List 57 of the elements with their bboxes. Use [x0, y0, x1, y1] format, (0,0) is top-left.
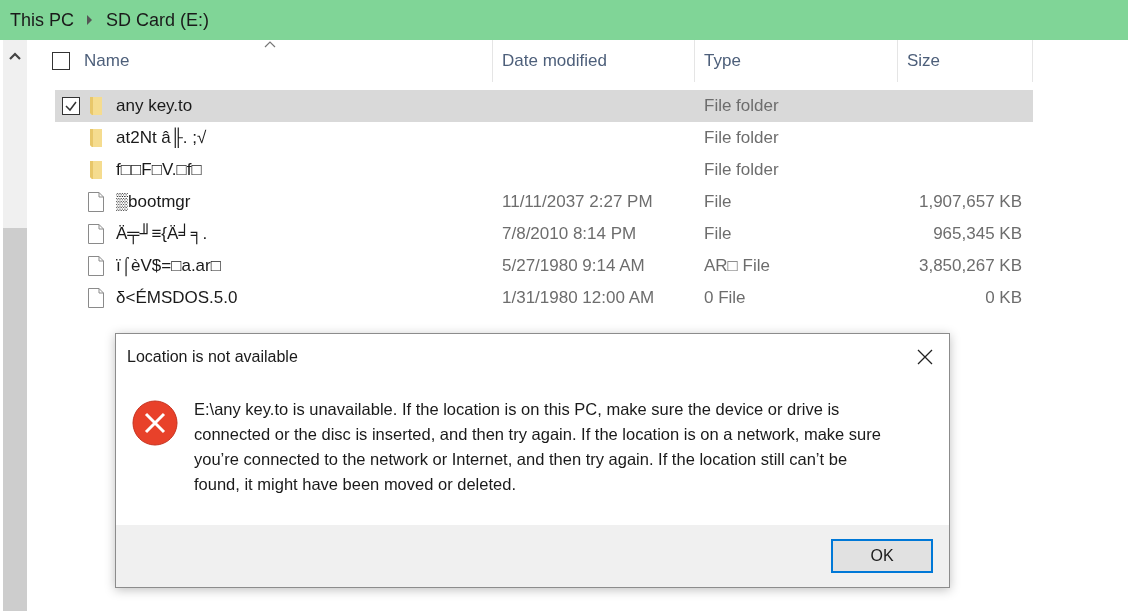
row-checkbox[interactable] — [62, 97, 80, 115]
file-row[interactable]: any key.to File folder — [55, 90, 1033, 122]
date-modified: 5/27/1980 9:14 AM — [502, 256, 645, 275]
column-label: Size — [907, 51, 941, 71]
file-icon — [88, 256, 104, 276]
file-name: δ<ÉMSDOS.5.0 — [116, 288, 238, 308]
file-name: at2Nt â╟. ;√ — [116, 128, 207, 148]
file-name: Ä╤╜≡{Ä╛╕. — [116, 224, 208, 244]
breadcrumb-item[interactable]: SD Card (E:) — [106, 9, 210, 31]
folder-icon — [88, 128, 104, 148]
column-label: Type — [704, 51, 741, 71]
file-name: f□□F□V.□f□ — [116, 160, 202, 180]
file-name: ï⌠èV$=□a.ar□ — [116, 256, 221, 276]
breadcrumb-item[interactable]: This PC — [10, 9, 74, 31]
folder-icon — [88, 160, 104, 180]
file-type: File folder — [704, 160, 779, 179]
column-label: Date modified — [502, 51, 607, 71]
scrollbar[interactable] — [3, 40, 27, 611]
file-type: File folder — [704, 96, 779, 115]
file-row[interactable]: δ<ÉMSDOS.5.0 1/31/1980 12:00 AM 0 File 0 KB — [55, 282, 1033, 314]
scroll-up-icon[interactable] — [9, 52, 21, 60]
file-icon — [88, 192, 104, 212]
column-header[interactable]: Type — [695, 40, 898, 82]
file-icon — [88, 288, 104, 308]
column-label: Name — [84, 51, 130, 71]
close-icon[interactable] — [917, 349, 933, 365]
file-type: File — [704, 192, 732, 211]
file-type: File — [704, 224, 732, 243]
file-size: 965,345 KB — [933, 224, 1022, 243]
folder-icon — [88, 96, 104, 116]
error-message: E:\any key.to is unavailable. If the location is on this PC, make sure the device or drive is connected or the disc is inserted, and then try again. If the location is on a network, make sure you’re connected to the network or Internet, and then try again. If the location still can’t be found, it might have been moved or deleted. — [194, 399, 882, 495]
file-row[interactable]: at2Nt â╟. ;√ File folder — [55, 122, 1033, 154]
file-type: 0 File — [704, 288, 746, 307]
file-size: 0 KB — [985, 288, 1022, 307]
date-modified: 1/31/1980 12:00 AM — [502, 288, 655, 307]
file-name: any key.to — [116, 96, 193, 116]
file-size: 3,850,267 KB — [918, 256, 1022, 275]
file-row[interactable]: ▒bootmgr 11/11/2037 2:27 PM File 1,907,657 KB — [55, 186, 1033, 218]
file-row[interactable]: f□□F□V.□f□ File folder — [55, 154, 1033, 186]
file-row[interactable]: ï⌠èV$=□a.ar□ 5/27/1980 9:14 AM AR□ File 3,850,267 KB — [55, 250, 1033, 282]
date-modified: 11/11/2037 2:27 PM — [502, 192, 653, 211]
select-all-checkbox[interactable] — [52, 52, 70, 70]
column-header[interactable]: Date modified — [493, 40, 695, 82]
file-name: ▒bootmgr — [116, 192, 191, 212]
dialog-title: Location is not available — [127, 348, 298, 366]
ok-button[interactable]: OK — [831, 539, 933, 573]
date-modified: 7/8/2010 8:14 PM — [502, 224, 637, 243]
file-row[interactable]: Ä╤╜≡{Ä╛╕. 7/8/2010 8:14 PM File 965,345 KB — [55, 218, 1033, 250]
file-type: File folder — [704, 128, 779, 147]
column-header[interactable]: Name — [40, 40, 493, 82]
scrollbar-thumb[interactable] — [3, 228, 27, 611]
chevron-right-icon — [86, 15, 94, 25]
file-size: 1,907,657 KB — [918, 192, 1022, 211]
error-icon — [132, 400, 178, 446]
column-header[interactable]: Size — [898, 40, 1033, 82]
file-icon — [88, 224, 104, 244]
file-type: AR□ File — [704, 256, 770, 275]
